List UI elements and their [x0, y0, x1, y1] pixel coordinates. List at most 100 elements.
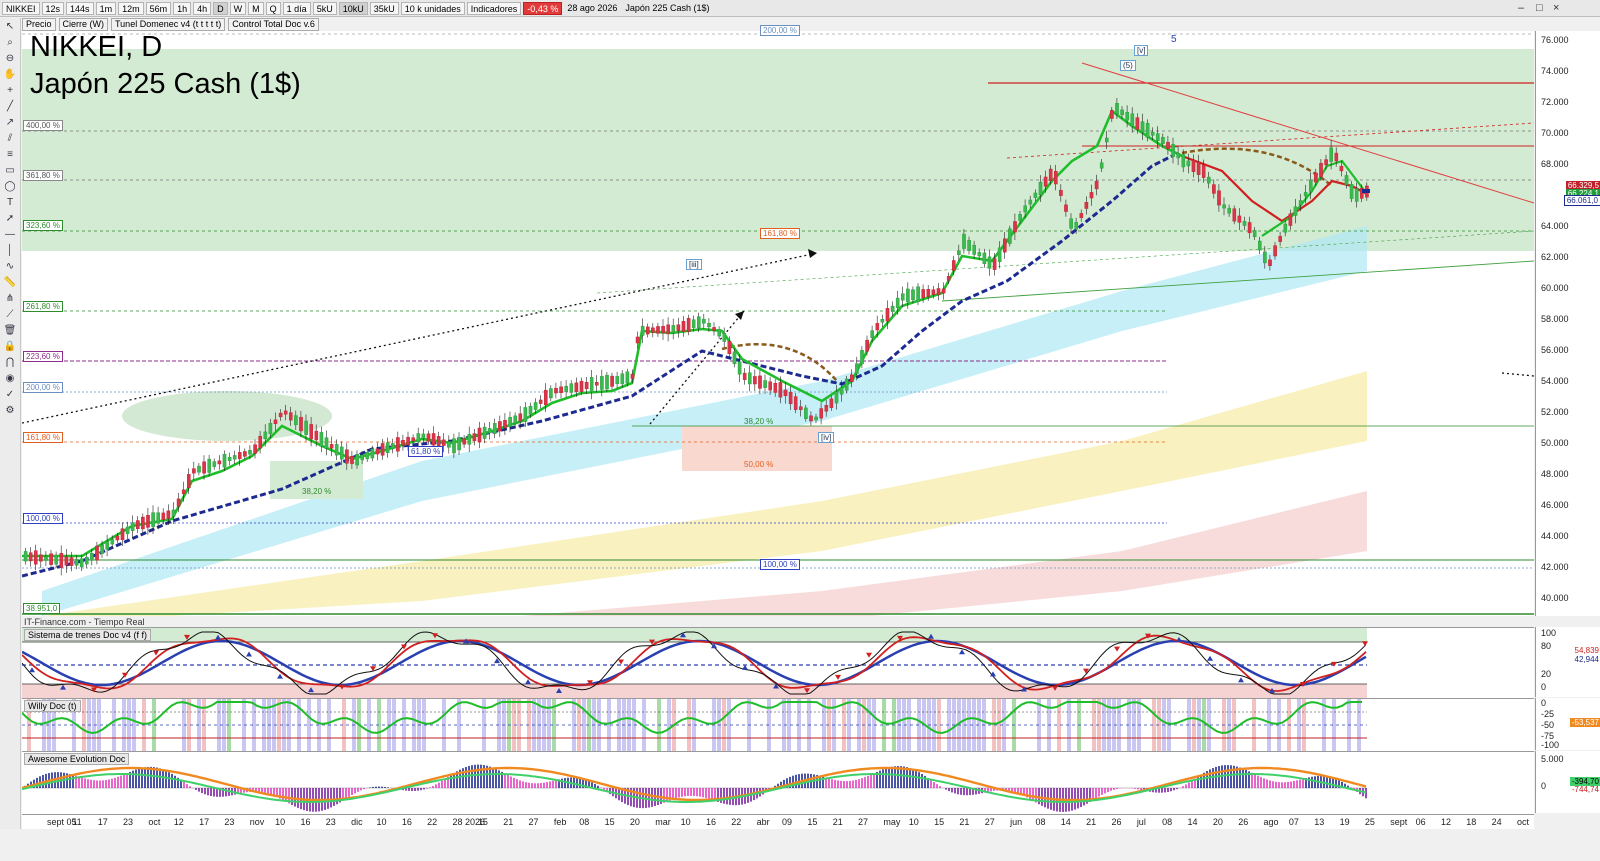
timeframe-12m[interactable]: 12m [118, 1, 144, 15]
timeframe-1m[interactable]: 1m [95, 1, 117, 15]
willy-tick: -50 [1541, 720, 1555, 730]
horizontal-line-icon[interactable]: — [3, 228, 17, 242]
time-tick: 08 [1162, 817, 1173, 827]
awesome-value-tag: -744,74 [1569, 785, 1600, 794]
indicator-title-trains[interactable]: Sistema de trenes Doc v4 (f f) [24, 629, 152, 641]
timeframe-1h[interactable]: 1h [173, 1, 192, 15]
time-tick: 20 [629, 817, 640, 827]
timeframe-w[interactable]: W [229, 1, 247, 15]
time-tick: jun [1010, 817, 1023, 827]
layer-tunel[interactable]: Tunel Domenec v4 (t t t t t) [111, 17, 226, 31]
arrow-icon[interactable]: ➚ [3, 212, 17, 226]
wave-count-icon[interactable]: ∿ [3, 260, 17, 274]
wave-label-v[interactable]: [v] [1134, 45, 1149, 56]
lock-icon[interactable]: 🔒 [3, 340, 17, 354]
layer-price[interactable]: Precio [22, 17, 56, 31]
units-10k-button[interactable]: 10kU [338, 1, 368, 15]
units-5k-button[interactable]: 5kU [312, 1, 337, 15]
time-tick: mar [655, 817, 671, 827]
rectangle-icon[interactable]: ▭ [3, 164, 17, 178]
period-dropdown[interactable]: 1 día [282, 1, 311, 15]
wave-label-5[interactable]: 5 [1169, 34, 1179, 45]
indicator-title-awesome[interactable]: Awesome Evolution Doc [24, 753, 130, 765]
volume-dropdown[interactable]: 10 k unidades [400, 1, 465, 15]
time-tick: 08 [579, 817, 590, 827]
willy-value-tag: -53,537 [1569, 718, 1600, 727]
chart-layers-bar: Precio Cierre (W) Tunel Domenec v4 (t t … [22, 17, 319, 31]
awesome-tick: 5.000 [1541, 754, 1564, 764]
trains-canvas [22, 628, 1368, 698]
settings-icon[interactable]: ⚙ [3, 404, 17, 418]
time-tick: oct [1517, 817, 1530, 827]
timeframe-144s[interactable]: 144s [66, 1, 94, 15]
time-tick: 20 [1212, 817, 1223, 827]
awesome-canvas [22, 764, 1367, 812]
time-tick: 14 [1060, 817, 1071, 827]
layer-close[interactable]: Cierre (W) [58, 17, 109, 31]
fib-mid-38b: 38,20 % [744, 417, 774, 426]
indicator-panel-awesome[interactable]: Awesome Evolution Doc [22, 751, 1534, 814]
time-tick: 16 [705, 817, 716, 827]
pointer-icon[interactable]: ↖ [3, 20, 17, 34]
check-icon[interactable]: ✓ [3, 388, 17, 402]
ruler-icon[interactable]: 📏 [3, 276, 17, 290]
text-icon[interactable]: T [3, 196, 17, 210]
close-icon[interactable]: × [1553, 2, 1559, 14]
units-35k-button[interactable]: 35kU [369, 1, 399, 15]
time-tick: 21 [832, 817, 843, 827]
crosshair-icon[interactable]: + [3, 84, 17, 98]
time-tick: 15 [604, 817, 615, 827]
timeframe-56m[interactable]: 56m [145, 1, 172, 15]
data-source-label: IT-Finance.com - Tiempo Real [24, 617, 145, 627]
ray-icon[interactable]: ↗ [3, 116, 17, 130]
indicator-panel-trains[interactable]: Sistema de trenes Doc v4 (f f) [22, 627, 1534, 698]
symbol-selector[interactable]: NIKKEI [2, 1, 40, 15]
zoom-icon[interactable]: ⌕ [3, 36, 17, 50]
trash-icon[interactable]: 🗑 [3, 324, 17, 338]
price-tick: 42.000 [1541, 562, 1569, 572]
price-axis[interactable]: 76.000 74.000 72.000 70.000 68.000 64.00… [1535, 31, 1600, 616]
minimize-icon[interactable]: – [1518, 2, 1524, 14]
time-tick: 10 [275, 817, 286, 827]
time-tick: abr [756, 817, 770, 827]
time-tick: 15 [934, 817, 945, 827]
fib-label-223: 223,60 % [23, 351, 63, 362]
hand-icon[interactable]: ✋ [3, 68, 17, 82]
wave-label-5-paren[interactable]: (5) [1120, 60, 1136, 71]
time-tick: oct [148, 817, 161, 827]
channel-icon[interactable]: ⫽ [3, 132, 17, 146]
layer-control[interactable]: Control Total Doc v.6 [228, 17, 319, 31]
eye-icon[interactable]: ◉ [3, 372, 17, 386]
wave-label-iv[interactable]: [iv] [818, 432, 835, 443]
time-tick: ago [1263, 817, 1279, 827]
pitchfork-icon[interactable]: ⋔ [3, 292, 17, 306]
timeframe-d[interactable]: D [213, 1, 228, 15]
time-tick: 27 [858, 817, 869, 827]
gann-icon[interactable]: ⟋ [3, 308, 17, 322]
timeframe-q[interactable]: Q [265, 1, 281, 15]
maximize-icon[interactable]: □ [1536, 2, 1543, 14]
time-tick: 23 [123, 817, 134, 827]
timeframe-4h[interactable]: 4h [193, 1, 212, 15]
magnet-icon[interactable]: ⋂ [3, 356, 17, 370]
zoom-out-icon[interactable]: ⊖ [3, 52, 17, 66]
ellipse-icon[interactable]: ◯ [3, 180, 17, 194]
time-tick: 09 [782, 817, 793, 827]
vertical-line-icon[interactable]: │ [3, 244, 17, 258]
timeframe-12s[interactable]: 12s [41, 1, 65, 15]
wave-label-iii[interactable]: [iii] [686, 259, 702, 270]
indicator-title-willy[interactable]: Willy Doc (t) [24, 700, 81, 712]
line-icon[interactable]: ╱ [3, 100, 17, 114]
willy-tick: -100 [1541, 740, 1560, 750]
trains-tick: 20 [1541, 669, 1552, 679]
time-tick: 18 [1466, 817, 1477, 827]
time-axis[interactable]: sept 05 11 17 23 oct 12 17 23 nov 10 16 23 dic 10 16 22… [22, 814, 1534, 830]
time-tick: 26 [1238, 817, 1249, 827]
timeframe-m[interactable]: M [248, 1, 264, 15]
indicator-panel-willy[interactable]: Willy Doc (t) [22, 698, 1534, 751]
price-tick: 64.000 [1541, 221, 1569, 231]
fibonacci-icon[interactable]: ≡ [3, 148, 17, 162]
indicators-button[interactable]: Indicadores [466, 1, 522, 15]
price-chart-panel[interactable]: NIKKEI, D Japón 225 Cash (1$) 400,00 % 3… [22, 25, 1534, 616]
time-tick: may [883, 817, 901, 827]
